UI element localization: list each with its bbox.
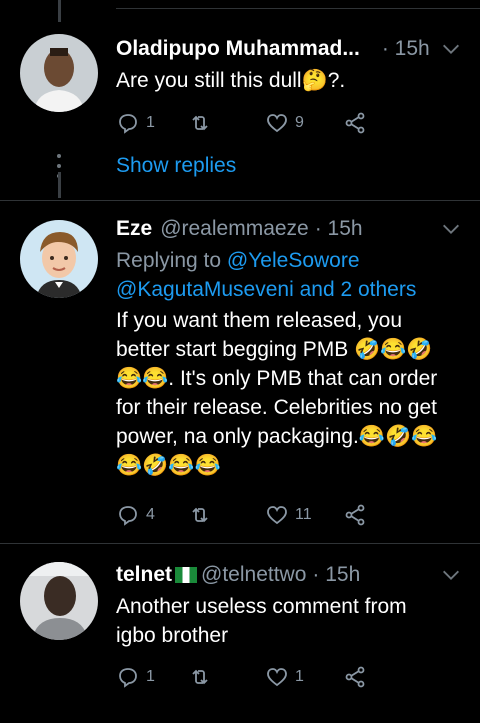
tweet-text-line: 😂🤣😂😂 bbox=[116, 454, 221, 477]
chevron-down-icon[interactable] bbox=[440, 564, 462, 586]
reply-count: 1 bbox=[146, 114, 155, 131]
nigeria-flag-icon bbox=[175, 567, 198, 583]
reply-icon bbox=[119, 668, 137, 688]
display-name[interactable]: Oladipupo Muhammad... bbox=[116, 36, 360, 62]
tweet-text-line: If you want them released, you bbox=[116, 309, 402, 332]
mention-link[interactable]: @YeleSowore bbox=[227, 249, 360, 272]
display-name[interactable]: Eze bbox=[116, 216, 152, 242]
tweet-1[interactable]: Oladipupo Muhammad... · 15h Are you stil… bbox=[0, 30, 480, 200]
share-button[interactable] bbox=[343, 665, 421, 689]
tweet-header: Oladipupo Muhammad... · 15h bbox=[116, 36, 462, 62]
retweet-button[interactable] bbox=[188, 665, 266, 689]
timestamp[interactable]: · 15h bbox=[382, 36, 430, 62]
tweet-divider bbox=[0, 200, 480, 201]
tweet-2[interactable]: Eze @realemmaeze · 15h Replying to @Yele… bbox=[0, 210, 480, 540]
reply-icon bbox=[119, 114, 137, 134]
tweet-text-line: Are you still this dull🤔?. bbox=[116, 69, 346, 92]
avatar[interactable] bbox=[20, 34, 98, 112]
tweet-text: If you want them released, you better st… bbox=[116, 306, 462, 480]
tweet-text-line: Another useless comment from bbox=[116, 595, 407, 618]
reply-button[interactable]: 1 bbox=[116, 111, 194, 135]
like-icon bbox=[267, 506, 287, 525]
tweet-actions: 4 11 bbox=[116, 502, 420, 528]
handle[interactable]: @realemmaeze bbox=[160, 216, 309, 242]
retweet-icon bbox=[191, 669, 208, 685]
reply-button[interactable]: 4 bbox=[116, 503, 194, 527]
retweet-button[interactable] bbox=[188, 503, 266, 527]
top-divider bbox=[116, 8, 480, 9]
reply-button[interactable]: 1 bbox=[116, 665, 194, 689]
retweet-button[interactable] bbox=[188, 111, 266, 135]
reply-count: 4 bbox=[146, 506, 155, 523]
retweet-icon bbox=[191, 507, 208, 523]
avatar[interactable] bbox=[20, 220, 98, 298]
timestamp[interactable]: · 15h bbox=[312, 562, 360, 588]
tweet-text: Are you still this dull🤔?. bbox=[116, 66, 462, 95]
like-count: 11 bbox=[295, 506, 312, 523]
show-replies-link[interactable]: Show replies bbox=[116, 154, 236, 178]
tweet-content: Oladipupo Muhammad... · 15h Are you stil… bbox=[116, 36, 462, 95]
share-button[interactable] bbox=[343, 503, 421, 527]
tweet-header: Eze @realemmaeze · 15h bbox=[116, 216, 462, 242]
chevron-down-icon[interactable] bbox=[440, 38, 462, 60]
share-icon bbox=[345, 504, 364, 526]
tweet-actions: 1 9 bbox=[116, 110, 420, 136]
chevron-down-icon[interactable] bbox=[440, 218, 462, 240]
share-icon bbox=[345, 666, 364, 688]
tweet-text-line: better start begging PMB 🤣😂🤣 bbox=[116, 338, 433, 361]
tweet-text-line: 😂😂. It's only PMB that can order bbox=[116, 367, 438, 390]
share-button[interactable] bbox=[343, 111, 421, 135]
thread-connector bbox=[58, 172, 61, 198]
like-count: 9 bbox=[295, 114, 304, 131]
tweet-actions: 1 1 bbox=[116, 664, 420, 690]
tweet-header: telnet @telnettwo · 15h bbox=[116, 562, 462, 588]
tweet-divider bbox=[0, 543, 480, 544]
tweet-content: Eze @realemmaeze · 15h Replying to @Yele… bbox=[116, 216, 462, 480]
thread-connector-top bbox=[58, 0, 61, 22]
display-name[interactable]: telnet bbox=[116, 562, 172, 588]
avatar[interactable] bbox=[20, 562, 98, 640]
replying-to: Replying to @YeleSowore bbox=[116, 246, 462, 275]
retweet-icon bbox=[191, 115, 208, 131]
like-icon bbox=[267, 114, 287, 133]
mention-link[interactable]: @KagutaMuseveni and 2 others bbox=[116, 275, 462, 304]
like-button[interactable]: 9 bbox=[265, 111, 343, 135]
like-button[interactable]: 11 bbox=[265, 503, 343, 527]
like-icon bbox=[267, 668, 287, 687]
tweet-text-line: igbo brother bbox=[116, 624, 229, 647]
reply-count: 1 bbox=[146, 668, 155, 685]
handle[interactable]: @telnettwo bbox=[201, 562, 306, 588]
timestamp[interactable]: · 15h bbox=[315, 216, 363, 242]
tweet-3[interactable]: telnet @telnettwo · 15h Another useless … bbox=[0, 556, 480, 716]
replying-prefix: Replying to bbox=[116, 249, 227, 272]
tweet-text-line: power, na only packaging.😂🤣😂 bbox=[116, 425, 438, 448]
tweet-text-line: for their release. Celebrities no get bbox=[116, 396, 437, 419]
share-icon bbox=[345, 112, 364, 134]
tweet-content: telnet @telnettwo · 15h Another useless … bbox=[116, 562, 462, 650]
like-button[interactable]: 1 bbox=[265, 665, 343, 689]
tweet-text: Another useless comment from igbo brothe… bbox=[116, 592, 462, 650]
reply-icon bbox=[119, 506, 137, 526]
like-count: 1 bbox=[295, 668, 304, 685]
